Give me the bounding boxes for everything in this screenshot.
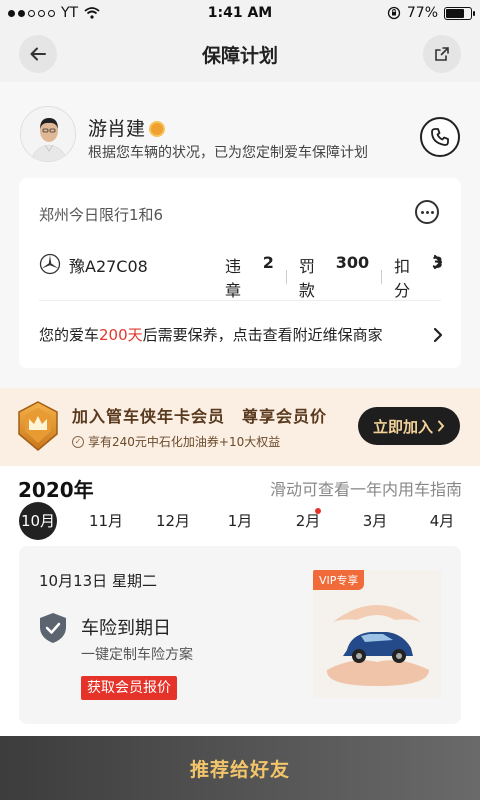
month-tab[interactable]: 2月 <box>289 502 327 540</box>
calendar-year: 2020年 <box>18 478 94 502</box>
car-summary-row[interactable]: 豫A27C08 违章 2 罚款 300 扣分 3 <box>39 252 443 300</box>
event-card[interactable]: 10月13日 星期二 车险到期日 一键定制车险方案 获取会员报价 VIP专享 <box>19 546 461 724</box>
profile-name-text: 游肖建 <box>88 118 146 140</box>
battery-icon <box>444 6 475 20</box>
license-plate: 豫A27C08 <box>69 257 148 276</box>
maintenance-notice[interactable]: 您的爱车200天后需要保养，点击查看附近维保商家 <box>39 324 383 345</box>
mercedes-logo-icon <box>39 253 61 275</box>
page-title: 保障计划 <box>201 45 278 67</box>
nav-header: 保障计划 <box>0 28 480 80</box>
membership-banner[interactable]: 加入管车侠年卡会员 尊享会员价 ✓ 享有240元中石化加油券+10大权益 立即加… <box>0 388 480 466</box>
month-tab[interactable]: 10月 <box>19 502 57 540</box>
join-button-label: 立即加入 <box>372 417 433 436</box>
external-link-icon <box>435 47 449 61</box>
chevron-right-icon <box>438 420 445 432</box>
car-info-card: 郑州今日限行1和6 豫A27C08 违章 2 罚款 300 扣分 3 您的爱车200天… <box>19 178 461 368</box>
profile-description: 根据您车辆的状况，已为您定制爱车保障计划 <box>88 145 368 161</box>
event-subtitle: 一键定制车险方案 <box>81 647 193 663</box>
maintenance-prefix: 您的爱车 <box>39 326 100 344</box>
banner-subtitle: ✓ 享有240元中石化加油券+10大权益 <box>72 433 280 450</box>
crown-badge-icon <box>18 401 58 451</box>
month-tab[interactable]: 1月 <box>221 502 259 540</box>
points-label: 扣分 <box>394 257 411 300</box>
phone-icon <box>431 128 449 146</box>
join-member-button[interactable]: 立即加入 <box>358 407 460 445</box>
banner-title: 加入管车侠年卡会员 尊享会员价 <box>72 407 328 426</box>
more-options-button[interactable] <box>415 200 439 224</box>
call-button[interactable] <box>420 117 460 157</box>
fine-value: 300 <box>335 253 370 272</box>
shield-check-icon <box>40 613 66 643</box>
rotation-lock-icon <box>387 6 401 20</box>
fine-label: 罚款 <box>298 257 315 300</box>
month-tab[interactable]: 3月 <box>356 502 394 540</box>
chevron-right-icon[interactable] <box>433 327 443 343</box>
profile-name: 游肖建 <box>88 114 166 141</box>
recommend-friend-button[interactable]: 推荐给好友 <box>0 736 480 800</box>
maintenance-suffix: 后需要保养，点击查看附近维保商家 <box>142 326 383 344</box>
violation-stats: 违章 2 罚款 300 扣分 3 <box>225 253 443 301</box>
card-divider <box>39 300 441 301</box>
event-title: 车险到期日 <box>81 618 171 639</box>
calendar-section: 2020年 滑动可查看一年内用车指南 10月 11月 12月 1月 2月 3月 … <box>0 466 480 736</box>
vip-tag: VIP专享 <box>313 570 365 590</box>
battery-percent: 77% <box>406 5 438 21</box>
month-tab[interactable]: 12月 <box>154 502 192 540</box>
share-button[interactable] <box>423 35 461 73</box>
month-selector[interactable]: 10月 11月 12月 1月 2月 3月 4月 <box>0 502 480 542</box>
calendar-hint: 滑动可查看一年内用车指南 <box>269 480 462 499</box>
event-date: 10月13日 星期二 <box>39 572 157 590</box>
insurance-illustration: VIP专享 <box>313 570 441 698</box>
violations-value: 2 <box>262 253 274 272</box>
status-bar: YT 1:41 AM 77% <box>0 0 480 28</box>
notification-dot <box>315 508 321 514</box>
month-tab[interactable]: 11月 <box>87 502 125 540</box>
traffic-restriction: 郑州今日限行1和6 <box>39 206 164 224</box>
medal-icon <box>149 120 166 137</box>
avatar <box>20 106 76 162</box>
status-right: 77% <box>387 5 475 21</box>
maintenance-days: 200天 <box>99 326 143 344</box>
month-tab[interactable]: 4月 <box>423 502 461 540</box>
check-circle-icon: ✓ <box>72 435 84 448</box>
get-quote-button[interactable]: 获取会员报价 <box>81 676 177 700</box>
violations-label: 违章 <box>225 257 242 300</box>
banner-subtitle-text: 享有240元中石化加油券+10大权益 <box>88 435 281 449</box>
recommend-friend-label: 推荐给好友 <box>189 758 290 781</box>
chevron-right-icon <box>433 254 443 270</box>
